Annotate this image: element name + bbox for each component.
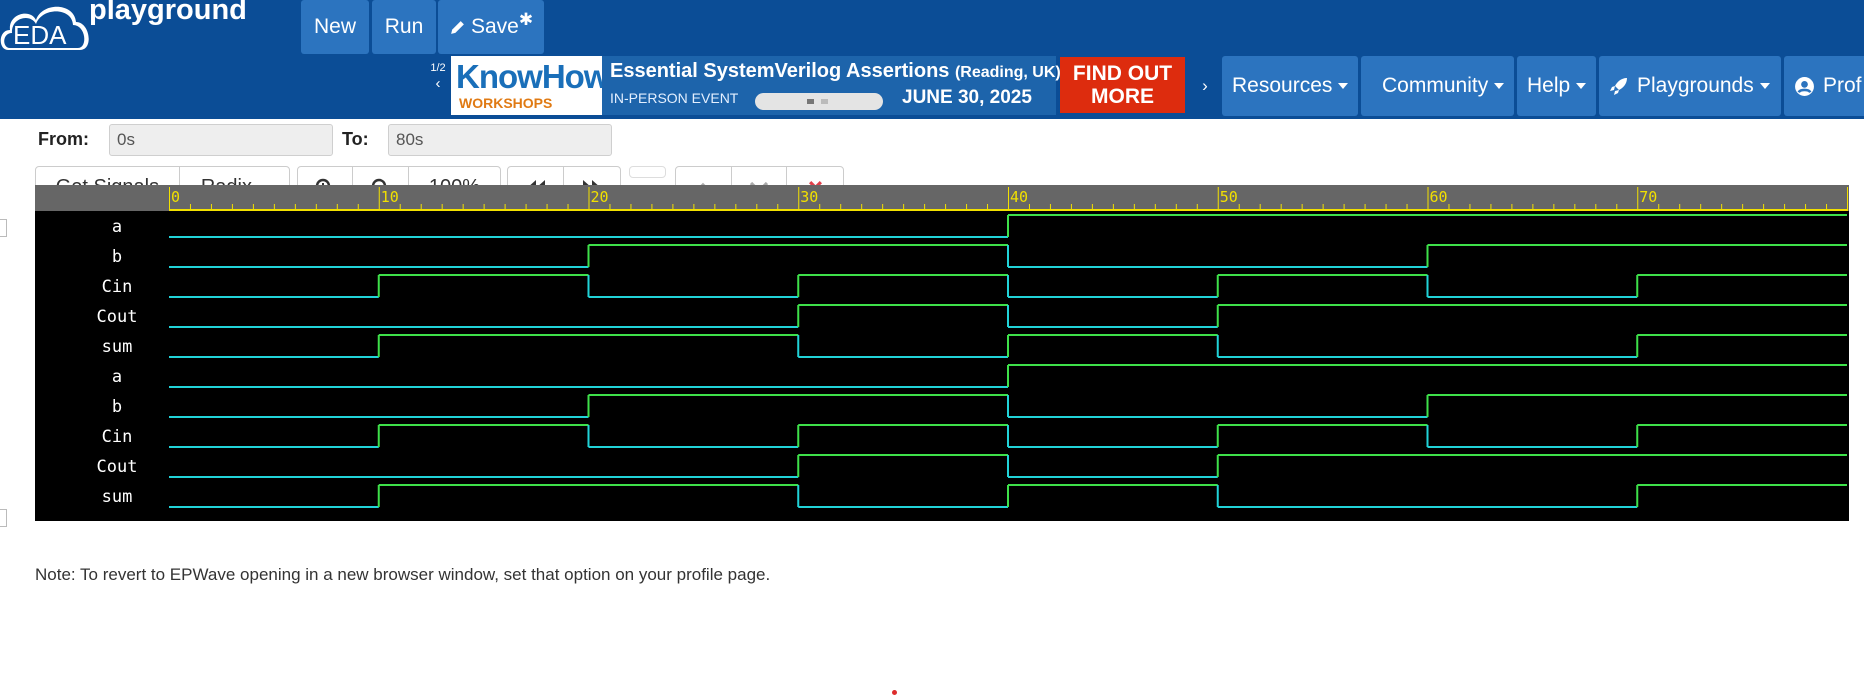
tick-label: 30 — [800, 188, 818, 206]
status-dot — [892, 690, 897, 695]
signal-name-sum: sum — [102, 337, 133, 357]
from-label: From: — [38, 129, 89, 149]
menu-help[interactable]: Help — [1517, 56, 1596, 116]
save-button[interactable]: Save ✱ — [438, 0, 544, 54]
banner-date: JUNE 30, 2025 — [902, 87, 1032, 108]
logo-text: EDA — [13, 20, 67, 50]
signal-name-a: a — [112, 367, 122, 387]
menu-playgrounds[interactable]: Playgrounds — [1599, 56, 1781, 116]
banner-content: Essential SystemVerilog Assertions (Read… — [602, 56, 1061, 115]
tick-label: 60 — [1430, 188, 1448, 206]
signal-name-cin: Cin — [102, 427, 133, 447]
waveform-viewer[interactable]: 0 10 20 30 40 50 60 70 a b Cin Cout sum a b Cin Cout sum — [35, 185, 1849, 545]
signal-name-cout: Cout — [97, 307, 138, 327]
caret-down-icon — [1759, 83, 1770, 89]
user-circle-icon — [1795, 76, 1814, 96]
rocket-icon — [1610, 78, 1627, 95]
menu-resources[interactable]: Resources — [1222, 56, 1358, 116]
knowhow-logo-text: KnowHow — [456, 58, 609, 95]
logo-wordmark[interactable]: playground — [89, 0, 247, 27]
signal-name-b: b — [112, 397, 122, 417]
chevron-left-icon: ‹ — [435, 75, 441, 92]
signal-name-cin: Cin — [102, 277, 133, 297]
chevron-right-icon[interactable]: › — [1192, 58, 1218, 114]
menu-profile[interactable]: Prof — [1784, 56, 1864, 116]
banner-title: Essential SystemVerilog Assertions (Read… — [610, 60, 1061, 82]
note-text: Note: To revert to EPWave opening in a n… — [35, 565, 771, 584]
cursor-value-box — [629, 166, 666, 178]
signal-name-cout: Cout — [97, 457, 138, 477]
carousel-counter: 1/2 — [430, 62, 446, 74]
unsaved-marker: ✱ — [518, 10, 534, 29]
tick-label: 0 — [171, 188, 180, 206]
waveform-canvas[interactable]: 0 10 20 30 40 50 60 70abCinCoutsumabCinCoutsum — [35, 185, 1849, 545]
knowhow-logo-sub: WORKSHOPS — [459, 95, 553, 111]
tick-label: 50 — [1220, 188, 1238, 206]
caret-down-icon — [1494, 83, 1505, 89]
banner-event-type: IN-PERSON EVENT — [610, 90, 739, 106]
tick-label: 70 — [1639, 188, 1657, 206]
pencil-icon — [451, 20, 464, 34]
caret-down-icon — [1338, 83, 1349, 89]
tick-label: 10 — [381, 188, 399, 206]
carousel-prev-button[interactable]: 1/2 ‹ — [427, 58, 449, 114]
signal-name-sum: sum — [102, 487, 133, 507]
find-out-more-button[interactable]: FIND OUT MORE — [1060, 57, 1185, 113]
menu-community[interactable]: Community — [1361, 56, 1514, 116]
banner-ad[interactable]: KnowHow WORKSHOPS Essential SystemVerilo… — [451, 56, 1189, 115]
tick-label: 20 — [591, 188, 609, 206]
top-navbar: EDA playground New Run Save ✱ 1/2 ‹ Know… — [0, 0, 1864, 119]
left-edge-handle — [0, 219, 7, 237]
waveform-panel: From: To: Get Signals Radix 100% — [0, 119, 1864, 697]
to-input[interactable] — [388, 124, 612, 156]
tick-label: 40 — [1010, 188, 1028, 206]
signal-name-a: a — [112, 217, 122, 237]
left-edge-handle — [0, 509, 7, 527]
save-label: Save — [470, 15, 519, 38]
from-input[interactable] — [109, 124, 333, 156]
time-ruler — [35, 185, 1849, 211]
eda-logo[interactable]: EDA — [0, 0, 92, 52]
to-label: To: — [342, 129, 369, 149]
banner-slide-indicator — [755, 93, 883, 110]
signal-name-b: b — [112, 247, 122, 267]
caret-down-icon — [1576, 83, 1587, 89]
new-button[interactable]: New — [301, 0, 369, 54]
knowhow-logo: KnowHow WORKSHOPS — [451, 56, 609, 115]
run-button[interactable]: Run — [372, 0, 436, 54]
